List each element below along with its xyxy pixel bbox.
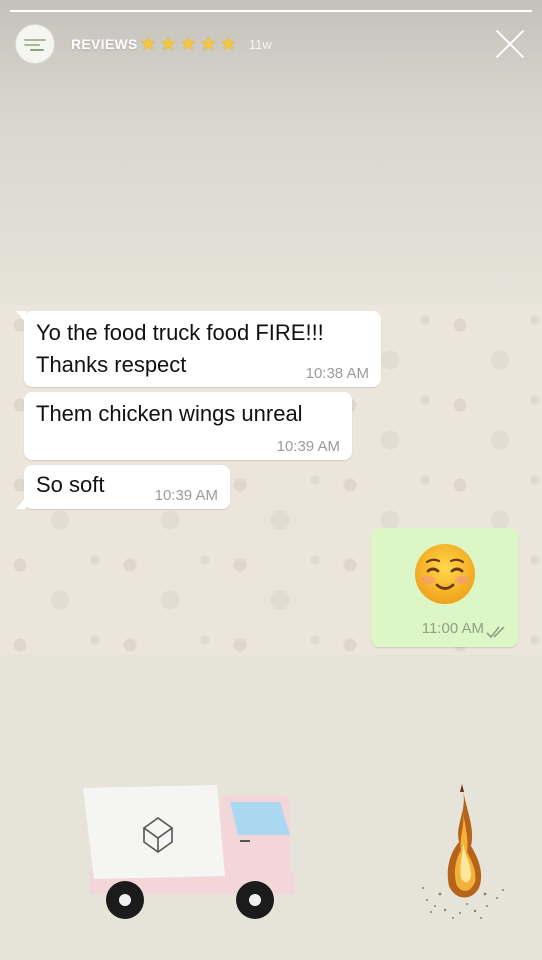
food-truck-sticker[interactable] [80,780,300,925]
message-text: So soft [36,472,105,497]
star-icon: ★ [219,33,237,55]
incoming-message-bubble: Them chicken wings unreal 10:39 AM [24,392,352,460]
story-progress-bar [10,10,532,15]
story-progress-fill [10,10,532,12]
message-timestamp: 10:39 AM [276,438,340,455]
story-header: REVIEWS ★ ★ ★ ★ ★ 11w [15,24,527,64]
message-timestamp: 11:00 AM [421,620,484,637]
bubble-tail [16,497,26,509]
star-rating: ★ ★ ★ ★ ★ [140,35,237,54]
message-timestamp: 10:38 AM [305,365,369,382]
star-icon: ★ [159,33,177,55]
read-ticks-icon [486,626,505,639]
avatar[interactable] [15,24,55,64]
message-text: Yo the food truck food FIRE!!! Thanks re… [36,317,324,381]
outgoing-message-bubble: 11:00 AM [371,528,518,647]
star-icon: ★ [139,33,157,55]
bubble-tail [16,311,26,323]
message-text: Them chicken wings unreal [36,401,303,426]
incoming-message-bubble: So soft 10:39 AM [16,465,230,509]
smiling-face-icon [415,544,475,604]
incoming-message-bubble: Yo the food truck food FIRE!!! Thanks re… [16,311,381,387]
account-name[interactable]: REVIEWS [71,36,138,52]
close-icon[interactable] [493,27,527,61]
story-time-ago: 11w [248,36,272,52]
message-timestamp: 10:39 AM [154,487,218,504]
star-icon: ★ [199,33,217,55]
message-line: Thanks respect [36,352,187,377]
message-line: Yo the food truck food FIRE!!! [36,320,324,345]
star-icon: ★ [179,33,197,55]
fire-sticker[interactable] [415,782,510,922]
